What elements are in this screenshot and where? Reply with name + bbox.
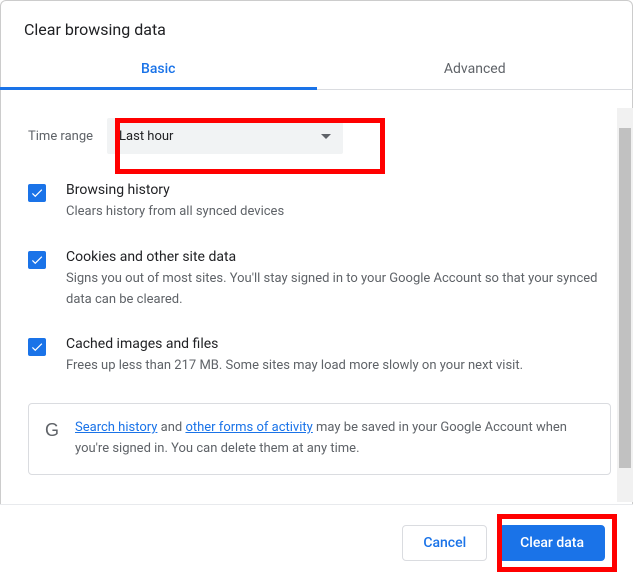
checkbox-cookies[interactable] xyxy=(28,251,46,269)
link-other-activity[interactable]: other forms of activity xyxy=(185,420,312,435)
dialog-title: Clear browsing data xyxy=(0,0,633,49)
option-desc: Clears history from all synced devices xyxy=(66,202,284,223)
option-text: Cached images and files Frees up less th… xyxy=(66,336,523,377)
option-desc: Frees up less than 217 MB. Some sites ma… xyxy=(66,356,523,377)
check-icon xyxy=(30,340,44,354)
option-browsing-history: Browsing history Clears history from all… xyxy=(28,182,611,223)
check-icon xyxy=(30,186,44,200)
info-box: G Search history and other forms of acti… xyxy=(28,403,611,475)
option-title: Cookies and other site data xyxy=(66,249,611,265)
time-range-label: Time range xyxy=(28,129,93,144)
link-search-history[interactable]: Search history xyxy=(75,420,157,435)
cancel-button[interactable]: Cancel xyxy=(402,525,487,561)
chevron-down-icon xyxy=(321,134,331,139)
clear-data-button[interactable]: Clear data xyxy=(499,525,605,561)
option-desc: Signs you out of most sites. You'll stay… xyxy=(66,269,611,311)
option-cache: Cached images and files Frees up less th… xyxy=(28,336,611,377)
tab-basic[interactable]: Basic xyxy=(0,49,317,89)
check-icon xyxy=(30,253,44,267)
checkbox-browsing-history[interactable] xyxy=(28,184,46,202)
checkbox-cache[interactable] xyxy=(28,338,46,356)
tabs: Basic Advanced xyxy=(0,49,633,90)
info-text-part: and xyxy=(157,420,185,435)
clear-browsing-data-dialog: Clear browsing data Basic Advanced Time … xyxy=(0,0,633,580)
time-range-select[interactable]: Last hour xyxy=(107,118,343,154)
google-logo-icon: G xyxy=(45,420,59,441)
option-text: Cookies and other site data Signs you ou… xyxy=(66,249,611,311)
dialog-footer: Cancel Clear data xyxy=(0,504,633,580)
dialog-content: Time range Last hour Browsing history Cl… xyxy=(0,90,633,490)
option-title: Cached images and files xyxy=(66,336,523,352)
time-range-value: Last hour xyxy=(119,129,173,144)
option-text: Browsing history Clears history from all… xyxy=(66,182,284,223)
option-title: Browsing history xyxy=(66,182,284,198)
tab-advanced[interactable]: Advanced xyxy=(317,49,633,89)
info-text: Search history and other forms of activi… xyxy=(75,418,594,460)
time-range-row: Time range Last hour xyxy=(28,118,611,154)
option-cookies: Cookies and other site data Signs you ou… xyxy=(28,249,611,311)
